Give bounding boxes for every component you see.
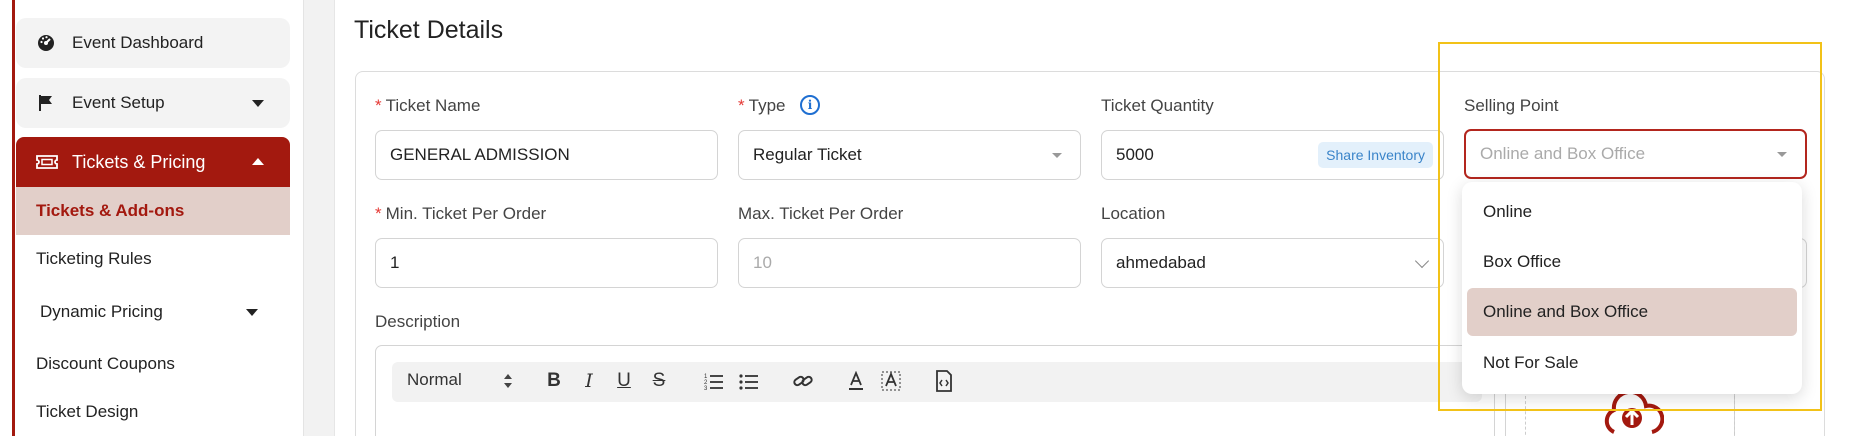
- location-select[interactable]: ahmedabad: [1101, 238, 1444, 288]
- sidebar-subitem-label: Ticket Design: [36, 402, 139, 421]
- ticket-icon: [36, 152, 58, 172]
- updown-icon: [504, 374, 512, 388]
- code-file-icon[interactable]: [932, 368, 956, 394]
- format-select[interactable]: Normal: [407, 370, 462, 390]
- scrollbar-track[interactable]: [1826, 0, 1851, 436]
- ordered-list-icon[interactable]: 123: [702, 368, 726, 394]
- flag-icon: [36, 93, 56, 113]
- ticket-name-input[interactable]: GENERAL ADMISSION: [375, 130, 718, 180]
- dropdown-arrow-icon: [1052, 153, 1062, 158]
- ticket-name-value: GENERAL ADMISSION: [390, 145, 570, 164]
- sidebar-subitem-label: Ticketing Rules: [36, 249, 152, 268]
- sidebar-item-label: Event Setup: [72, 93, 165, 112]
- sidebar-item-tickets-pricing[interactable]: Tickets & Pricing: [16, 137, 290, 187]
- ticket-name-label-text: Ticket Name: [385, 96, 481, 115]
- info-icon[interactable]: i: [800, 95, 820, 115]
- min-ticket-input[interactable]: 1: [375, 238, 718, 288]
- dashboard-gauge-icon: [36, 33, 56, 53]
- sidebar-accent-bar: [12, 0, 15, 436]
- italic-icon[interactable]: I: [577, 368, 601, 394]
- sidebar-subitem-label: Dynamic Pricing: [40, 302, 163, 321]
- type-select[interactable]: Regular Ticket: [738, 130, 1081, 180]
- text-color-icon[interactable]: [844, 368, 868, 394]
- max-ticket-placeholder: 10: [753, 253, 772, 272]
- dropdown-option-online[interactable]: Online: [1467, 188, 1797, 236]
- sidebar-subitem-ticket-design[interactable]: Ticket Design: [16, 388, 290, 436]
- link-icon[interactable]: [791, 368, 815, 394]
- location-label: Location: [1101, 204, 1166, 223]
- chevron-down-icon: [1414, 253, 1430, 269]
- dropdown-option-box-office[interactable]: Box Office: [1467, 238, 1797, 286]
- highlight-icon[interactable]: [879, 368, 903, 394]
- ticket-quantity-input[interactable]: 5000 Share Inventory: [1101, 130, 1444, 180]
- required-asterisk: *: [375, 96, 382, 115]
- ticket-name-label: * Ticket Name: [375, 96, 480, 116]
- min-ticket-value: 1: [390, 253, 400, 272]
- bold-icon[interactable]: B: [542, 368, 566, 394]
- ticket-quantity-value: 5000: [1116, 145, 1154, 164]
- min-ticket-label: * Min. Ticket Per Order: [375, 204, 546, 224]
- min-ticket-label-text: Min. Ticket Per Order: [385, 204, 547, 223]
- share-inventory-button[interactable]: Share Inventory: [1318, 142, 1433, 168]
- sidebar-subitem-label: Discount Coupons: [36, 354, 175, 373]
- max-ticket-input[interactable]: 10: [738, 238, 1081, 288]
- selling-point-dropdown: Online Box Office Online and Box Office …: [1462, 182, 1802, 394]
- type-label: * Type: [738, 96, 785, 116]
- required-asterisk: *: [738, 96, 745, 115]
- caret-down-icon: [252, 100, 264, 107]
- sidebar-subitem-tickets-addons[interactable]: Tickets & Add-ons: [16, 187, 290, 235]
- bullet-list-icon[interactable]: [737, 368, 761, 394]
- selling-point-select[interactable]: Online and Box Office: [1464, 129, 1807, 179]
- selling-point-label: Selling Point: [1464, 96, 1559, 115]
- sidebar-item-label: Tickets & Pricing: [72, 151, 206, 172]
- type-value: Regular Ticket: [753, 145, 862, 164]
- caret-up-icon: [252, 158, 264, 165]
- cloud-upload-icon: [1604, 392, 1664, 434]
- max-ticket-label: Max. Ticket Per Order: [738, 204, 904, 223]
- sidebar-subitem-discount-coupons[interactable]: Discount Coupons: [16, 340, 290, 388]
- dropdown-option-not-for-sale[interactable]: Not For Sale: [1467, 339, 1797, 387]
- svg-text:3: 3: [704, 386, 708, 390]
- type-label-text: Type: [748, 96, 786, 115]
- underline-icon[interactable]: U: [612, 368, 636, 394]
- sidebar-item-label: Event Dashboard: [72, 33, 204, 52]
- description-label: Description: [375, 312, 461, 331]
- selling-point-placeholder: Online and Box Office: [1480, 144, 1646, 163]
- dropdown-arrow-icon: [1777, 152, 1787, 157]
- ticket-quantity-label: Ticket Quantity: [1101, 96, 1214, 115]
- sidebar-subitem-dynamic-pricing[interactable]: Dynamic Pricing: [16, 288, 290, 336]
- sidebar-subitem-label: Tickets & Add-ons: [36, 201, 185, 220]
- sidebar: Event Dashboard Event Setup Tickets & Pr…: [0, 0, 304, 436]
- location-value: ahmedabad: [1116, 253, 1206, 272]
- required-asterisk: *: [375, 204, 382, 223]
- page-title: Ticket Details: [354, 16, 504, 44]
- caret-down-icon: [246, 309, 258, 316]
- sidebar-item-event-dashboard[interactable]: Event Dashboard: [16, 18, 290, 68]
- dropdown-option-online-and-box-office[interactable]: Online and Box Office: [1467, 288, 1797, 336]
- sidebar-item-event-setup[interactable]: Event Setup: [16, 78, 290, 128]
- sidebar-subitem-ticketing-rules[interactable]: Ticketing Rules: [16, 235, 290, 283]
- strikethrough-icon[interactable]: S: [647, 368, 671, 394]
